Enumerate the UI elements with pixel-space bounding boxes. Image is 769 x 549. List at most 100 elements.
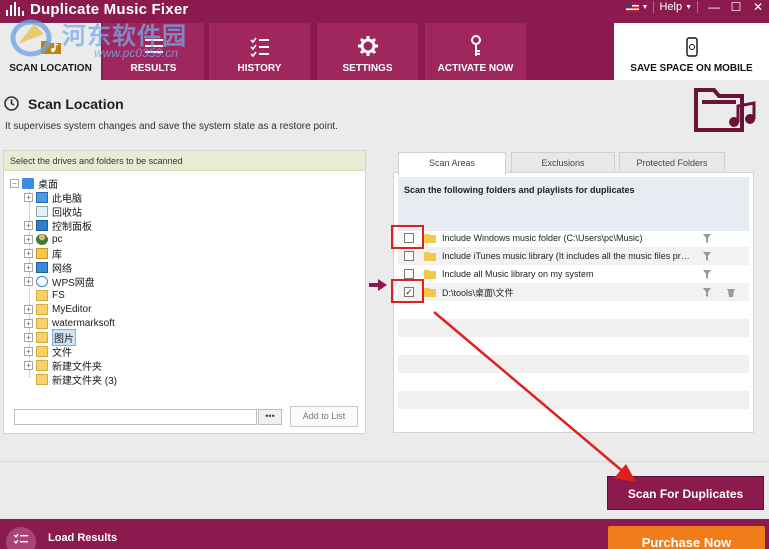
expand-toggle[interactable]: + <box>24 220 33 230</box>
scan-area-checkbox[interactable] <box>404 251 414 261</box>
tree-item[interactable]: + 文件 <box>24 344 72 359</box>
tab-label: SAVE SPACE ON MOBILE <box>630 63 753 74</box>
tab-label: RESULTS <box>130 63 177 74</box>
tab-scan-areas[interactable]: Scan Areas <box>398 152 506 175</box>
scan-area-row[interactable]: Include Windows music folder (C:\Users\p… <box>398 229 749 247</box>
chevron-down-icon[interactable]: ▼ <box>685 4 692 11</box>
tree-item[interactable]: + MyEditor <box>24 302 91 316</box>
tab-history[interactable]: HISTORY <box>209 23 310 80</box>
cloud-icon <box>36 275 48 287</box>
empty-row <box>398 337 749 355</box>
tab-label: ACTIVATE NOW <box>437 63 514 74</box>
arrow-right-icon <box>369 279 387 291</box>
gear-icon <box>357 36 378 56</box>
clock-icon <box>4 96 19 111</box>
annotation-highlight-box <box>391 225 424 249</box>
expand-toggle[interactable]: + <box>24 360 33 370</box>
folder-icon <box>424 252 436 261</box>
tab-exclusions[interactable]: Exclusions <box>511 152 615 174</box>
scan-areas-panel: Scan the following folders and playlists… <box>393 172 754 433</box>
expand-toggle[interactable]: + <box>24 276 33 286</box>
folder-icon <box>424 288 436 297</box>
tree-item[interactable]: + 新建文件夹 <box>24 358 102 373</box>
scan-areas-heading: Scan the following folders and playlists… <box>398 177 749 231</box>
folder-icon <box>36 345 48 357</box>
chevron-down-icon[interactable]: ▼ <box>642 4 649 11</box>
app-title: Duplicate Music Fixer <box>30 1 189 18</box>
filter-icon[interactable] <box>703 287 711 297</box>
tab-label: HISTORY <box>237 63 282 74</box>
tree-item[interactable]: + pc <box>24 232 63 246</box>
divider <box>0 461 769 462</box>
tree-item[interactable]: 新建文件夹 (3) <box>24 372 117 387</box>
browse-button[interactable]: ••• <box>258 409 282 425</box>
music-folder-icon <box>694 88 756 132</box>
expand-toggle[interactable]: + <box>24 318 33 328</box>
tab-label: SCAN LOCATION <box>9 63 92 74</box>
expand-toggle[interactable]: + <box>24 304 33 314</box>
tree-item[interactable]: − 桌面 <box>10 176 58 191</box>
help-menu[interactable]: Help <box>659 1 682 13</box>
filter-icon[interactable] <box>703 269 711 279</box>
checklist-icon <box>249 37 269 58</box>
tab-activate-now[interactable]: ACTIVATE NOW <box>425 23 526 80</box>
expand-toggle[interactable]: + <box>24 248 33 258</box>
scan-area-checkbox[interactable] <box>404 269 414 279</box>
tab-scan-location[interactable]: SCAN LOCATION <box>0 23 101 80</box>
folder-icon <box>424 234 436 243</box>
close-button[interactable]: ✕ <box>747 0 769 14</box>
expand-toggle[interactable]: + <box>24 192 33 202</box>
desktop-icon <box>22 177 34 189</box>
tree-item[interactable]: + WPS网盘 <box>24 274 95 289</box>
control-panel-icon <box>36 219 48 231</box>
page-title: Scan Location <box>28 96 124 112</box>
load-results-icon[interactable] <box>6 527 36 549</box>
annotation-highlight-box <box>391 279 424 303</box>
tree-item[interactable]: + 此电脑 <box>24 190 82 205</box>
tree-item[interactable]: + 库 <box>24 246 62 261</box>
tree-item[interactable]: FS <box>24 288 65 302</box>
scan-for-duplicates-button[interactable]: Scan For Duplicates <box>607 476 764 510</box>
collapse-toggle[interactable]: − <box>10 178 19 188</box>
folder-tree: − 桌面 + 此电脑 回收站 + 控制面板 + pc + 库 + 网络 + WP… <box>4 173 365 393</box>
computer-icon <box>36 191 48 203</box>
language-flag-icon[interactable] <box>625 2 639 12</box>
drive-selection-panel: Select the drives and folders to be scan… <box>3 150 366 434</box>
tab-protected-folders[interactable]: Protected Folders <box>619 152 725 174</box>
page-subtitle: It supervises system changes and save th… <box>5 121 338 132</box>
add-to-list-button[interactable]: Add to List <box>290 406 358 427</box>
tree-item[interactable]: + 控制面板 <box>24 218 92 233</box>
folder-icon <box>36 289 48 301</box>
maximize-button[interactable]: ☐ <box>725 0 747 14</box>
empty-row <box>398 355 749 373</box>
expand-toggle[interactable]: + <box>24 346 33 356</box>
tab-label: SETTINGS <box>342 63 393 74</box>
filter-icon[interactable] <box>703 233 711 243</box>
empty-row <box>398 391 749 409</box>
folder-icon <box>424 270 436 279</box>
tab-results[interactable]: RESULTS <box>103 23 204 80</box>
tree-item[interactable]: 回收站 <box>24 204 82 219</box>
library-icon <box>36 247 48 259</box>
minimize-button[interactable]: — <box>703 0 725 14</box>
app-header: Duplicate Music Fixer ▼ Help ▼ — ☐ ✕ SCA… <box>0 0 769 80</box>
filter-icon[interactable] <box>703 251 711 261</box>
tree-item-selected[interactable]: + 图片 <box>24 328 76 346</box>
folder-icon <box>36 359 48 371</box>
scan-area-row[interactable]: Include all Music library on my system <box>398 265 749 283</box>
expand-toggle[interactable]: + <box>24 332 33 342</box>
load-results-link[interactable]: Load Results <box>48 532 117 544</box>
scan-area-row[interactable]: ✓ D:\tools\桌面\文件 <box>398 283 749 301</box>
expand-toggle[interactable]: + <box>24 234 33 244</box>
empty-row <box>398 373 749 391</box>
scan-area-row[interactable]: Include iTunes music library (It include… <box>398 247 749 265</box>
tree-item[interactable]: + 网络 <box>24 260 72 275</box>
trash-icon[interactable] <box>727 288 735 297</box>
folder-icon <box>36 373 48 385</box>
save-space-on-mobile-tab[interactable]: SAVE SPACE ON MOBILE <box>614 23 769 80</box>
network-icon <box>36 261 48 273</box>
purchase-now-button[interactable]: Purchase Now <box>608 526 765 549</box>
tab-settings[interactable]: SETTINGS <box>317 23 418 80</box>
expand-toggle[interactable]: + <box>24 262 33 272</box>
folder-path-input[interactable] <box>14 409 257 425</box>
